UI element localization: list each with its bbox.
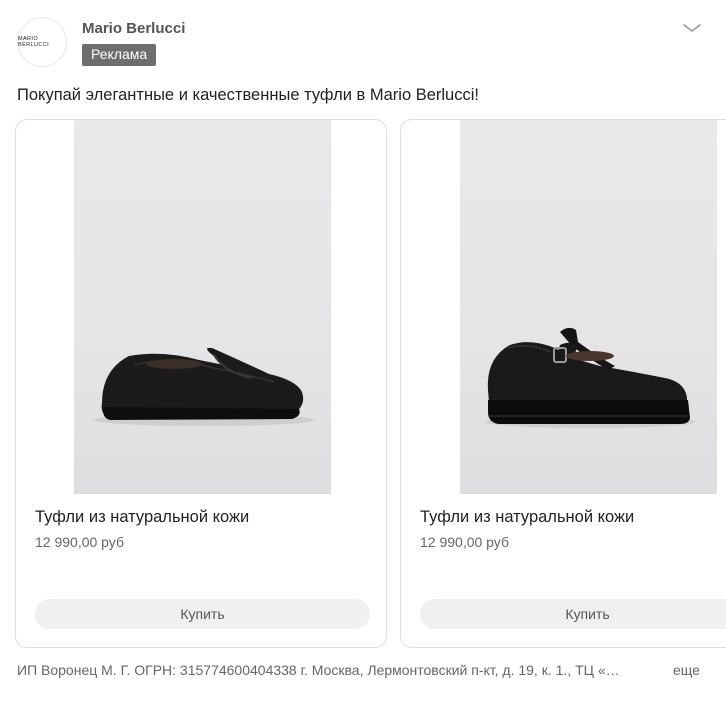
chevron-down-icon[interactable] xyxy=(680,16,704,40)
product-card[interactable]: Туфли из натуральной кожи 12 990,00 руб … xyxy=(400,119,726,648)
post-text: Покупай элегантные и качественные туфли … xyxy=(17,86,479,104)
product-image-loafer[interactable] xyxy=(74,120,331,494)
ad-post: MARIO BERLUCCI Mario Berlucci Реклама По… xyxy=(0,0,726,701)
product-image-mary-jane[interactable] xyxy=(460,120,717,494)
buy-button[interactable]: Купить xyxy=(35,599,370,629)
product-title[interactable]: Туфли из натуральной кожи xyxy=(35,508,249,527)
product-price: 12 990,00 руб xyxy=(35,534,124,550)
ad-badge: Реклама xyxy=(82,44,157,66)
product-price: 12 990,00 руб xyxy=(420,534,509,550)
product-carousel[interactable]: Туфли из натуральной кожи 12 990,00 руб … xyxy=(15,119,726,650)
product-title[interactable]: Туфли из натуральной кожи xyxy=(420,508,634,527)
buy-button[interactable]: Купить xyxy=(420,599,726,629)
more-link[interactable]: еще xyxy=(673,662,700,678)
brand-name[interactable]: Mario Berlucci xyxy=(82,20,185,37)
product-card[interactable]: Туфли из натуральной кожи 12 990,00 руб … xyxy=(15,119,387,648)
legal-info: ИП Воронец М. Г. ОГРН: 315774600404338 г… xyxy=(17,662,620,678)
brand-avatar[interactable]: MARIO BERLUCCI xyxy=(17,17,67,67)
avatar-logo-text: MARIO BERLUCCI xyxy=(18,36,50,48)
